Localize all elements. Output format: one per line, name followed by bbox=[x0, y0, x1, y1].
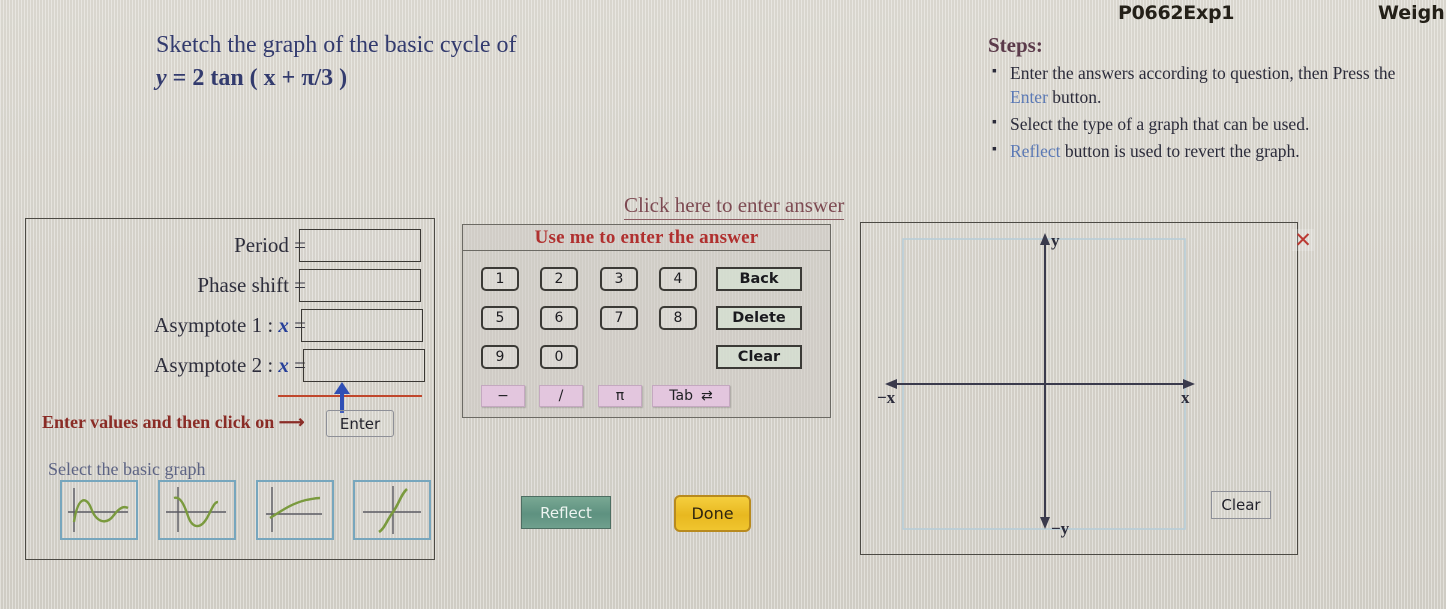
graph-clear-button[interactable]: Clear bbox=[1211, 491, 1271, 519]
label-variable-x: x bbox=[278, 313, 289, 337]
exercise-id-title: P0662Exp1 bbox=[1118, 2, 1235, 24]
log-curve-icon bbox=[266, 487, 322, 532]
step-text-pre: Enter the answers according to question,… bbox=[1010, 63, 1396, 83]
key-5[interactable]: 5 bbox=[481, 306, 519, 330]
label-text: Period bbox=[234, 233, 289, 257]
axis-label-y-negative: −y bbox=[1051, 519, 1070, 538]
step-item: Select the type of a graph that can be u… bbox=[988, 111, 1428, 136]
equation-expression: 2 tan ( x + π/3 ) bbox=[192, 65, 348, 91]
step-keyword-reflect: Reflect bbox=[1010, 141, 1061, 161]
key-3[interactable]: 3 bbox=[600, 267, 638, 291]
tangent-curve-icon bbox=[363, 486, 421, 534]
key-delete[interactable]: Delete bbox=[716, 306, 802, 330]
equation-equals: = bbox=[172, 65, 187, 91]
step-item: Reflect button is used to revert the gra… bbox=[988, 138, 1428, 163]
key-1[interactable]: 1 bbox=[481, 267, 519, 291]
graph-thumbnail-log[interactable] bbox=[256, 480, 334, 540]
sine-curve-icon bbox=[68, 488, 129, 532]
equation-variable-y: y bbox=[156, 65, 167, 91]
step-text-pre: Select the type of a graph that can be u… bbox=[1010, 114, 1310, 134]
key-8[interactable]: 8 bbox=[659, 306, 697, 330]
key-pi[interactable]: π bbox=[598, 385, 642, 407]
step-item: Enter the answers according to question,… bbox=[988, 60, 1428, 109]
question-line-1: Sketch the graph of the basic cycle of bbox=[156, 32, 517, 58]
key-tab[interactable]: Tab ⇄ bbox=[652, 385, 730, 407]
key-4[interactable]: 4 bbox=[659, 267, 697, 291]
key-tab-label: Tab bbox=[669, 388, 693, 404]
key-minus[interactable]: − bbox=[481, 385, 525, 407]
step-keyword-enter: Enter bbox=[1010, 87, 1048, 107]
axis-label-y-positive: y bbox=[1051, 231, 1060, 250]
enter-values-hint: Enter values and then click on ⟶ bbox=[42, 412, 305, 432]
step-text-post: button. bbox=[1047, 87, 1102, 107]
done-button[interactable]: Done bbox=[674, 495, 751, 532]
key-divide[interactable]: / bbox=[539, 385, 583, 407]
answer-keypad-panel: Use me to enter the answer 1 2 3 4 Back … bbox=[462, 224, 831, 418]
steps-list: Enter the answers according to question,… bbox=[988, 60, 1428, 163]
label-text: Phase shift bbox=[197, 273, 289, 297]
key-2[interactable]: 2 bbox=[540, 267, 578, 291]
graph-panel: y −y x −x ✕ Clear bbox=[860, 222, 1314, 555]
input-period[interactable] bbox=[299, 229, 421, 262]
keypad-title: Use me to enter the answer bbox=[463, 225, 830, 251]
field-label-phase-shift: Phase shift = bbox=[197, 273, 306, 298]
label-text: Asymptote 1 : bbox=[154, 313, 274, 337]
field-label-asymptote-1: Asymptote 1 : x = bbox=[154, 313, 306, 338]
close-icon[interactable]: ✕ bbox=[1292, 228, 1314, 252]
input-asymptote-1[interactable] bbox=[301, 309, 423, 342]
graph-thumbnail-cosine[interactable] bbox=[158, 480, 236, 540]
input-asymptote-2[interactable] bbox=[303, 349, 425, 382]
key-6[interactable]: 6 bbox=[540, 306, 578, 330]
label-variable-x: x bbox=[278, 353, 289, 377]
steps-panel: Steps: Enter the answers according to qu… bbox=[988, 33, 1428, 166]
field-label-period: Period = bbox=[234, 233, 306, 258]
key-7[interactable]: 7 bbox=[600, 306, 638, 330]
weight-label: Weigh bbox=[1378, 2, 1445, 24]
question-prompt: Sketch the graph of the basic cycle of y… bbox=[156, 30, 586, 94]
key-9[interactable]: 9 bbox=[481, 345, 519, 369]
axis-label-x-negative: −x bbox=[877, 388, 896, 407]
graph-thumbnail-tangent[interactable] bbox=[353, 480, 431, 540]
key-back[interactable]: Back bbox=[716, 267, 802, 291]
select-basic-graph-label: Select the basic graph bbox=[48, 459, 206, 479]
key-clear[interactable]: Clear bbox=[716, 345, 802, 369]
input-phase-shift[interactable] bbox=[299, 269, 421, 302]
field-label-asymptote-2: Asymptote 2 : x = bbox=[154, 353, 306, 378]
reflect-button[interactable]: Reflect bbox=[521, 496, 611, 529]
key-0[interactable]: 0 bbox=[540, 345, 578, 369]
step-text-post: button is used to revert the graph. bbox=[1060, 141, 1300, 161]
click-here-to-enter-answer-link[interactable]: Click here to enter answer bbox=[624, 193, 845, 220]
steps-title: Steps: bbox=[988, 33, 1043, 57]
enter-button[interactable]: Enter bbox=[326, 410, 394, 437]
label-text: Asymptote 2 : bbox=[154, 353, 274, 377]
tab-arrows-icon: ⇄ bbox=[700, 388, 713, 404]
axis-label-x-positive: x bbox=[1181, 388, 1190, 407]
question-equation: y = 2 tan ( x + π/3 ) bbox=[156, 63, 586, 94]
cosine-curve-icon bbox=[166, 487, 226, 532]
graph-thumbnail-sine[interactable] bbox=[60, 480, 138, 540]
